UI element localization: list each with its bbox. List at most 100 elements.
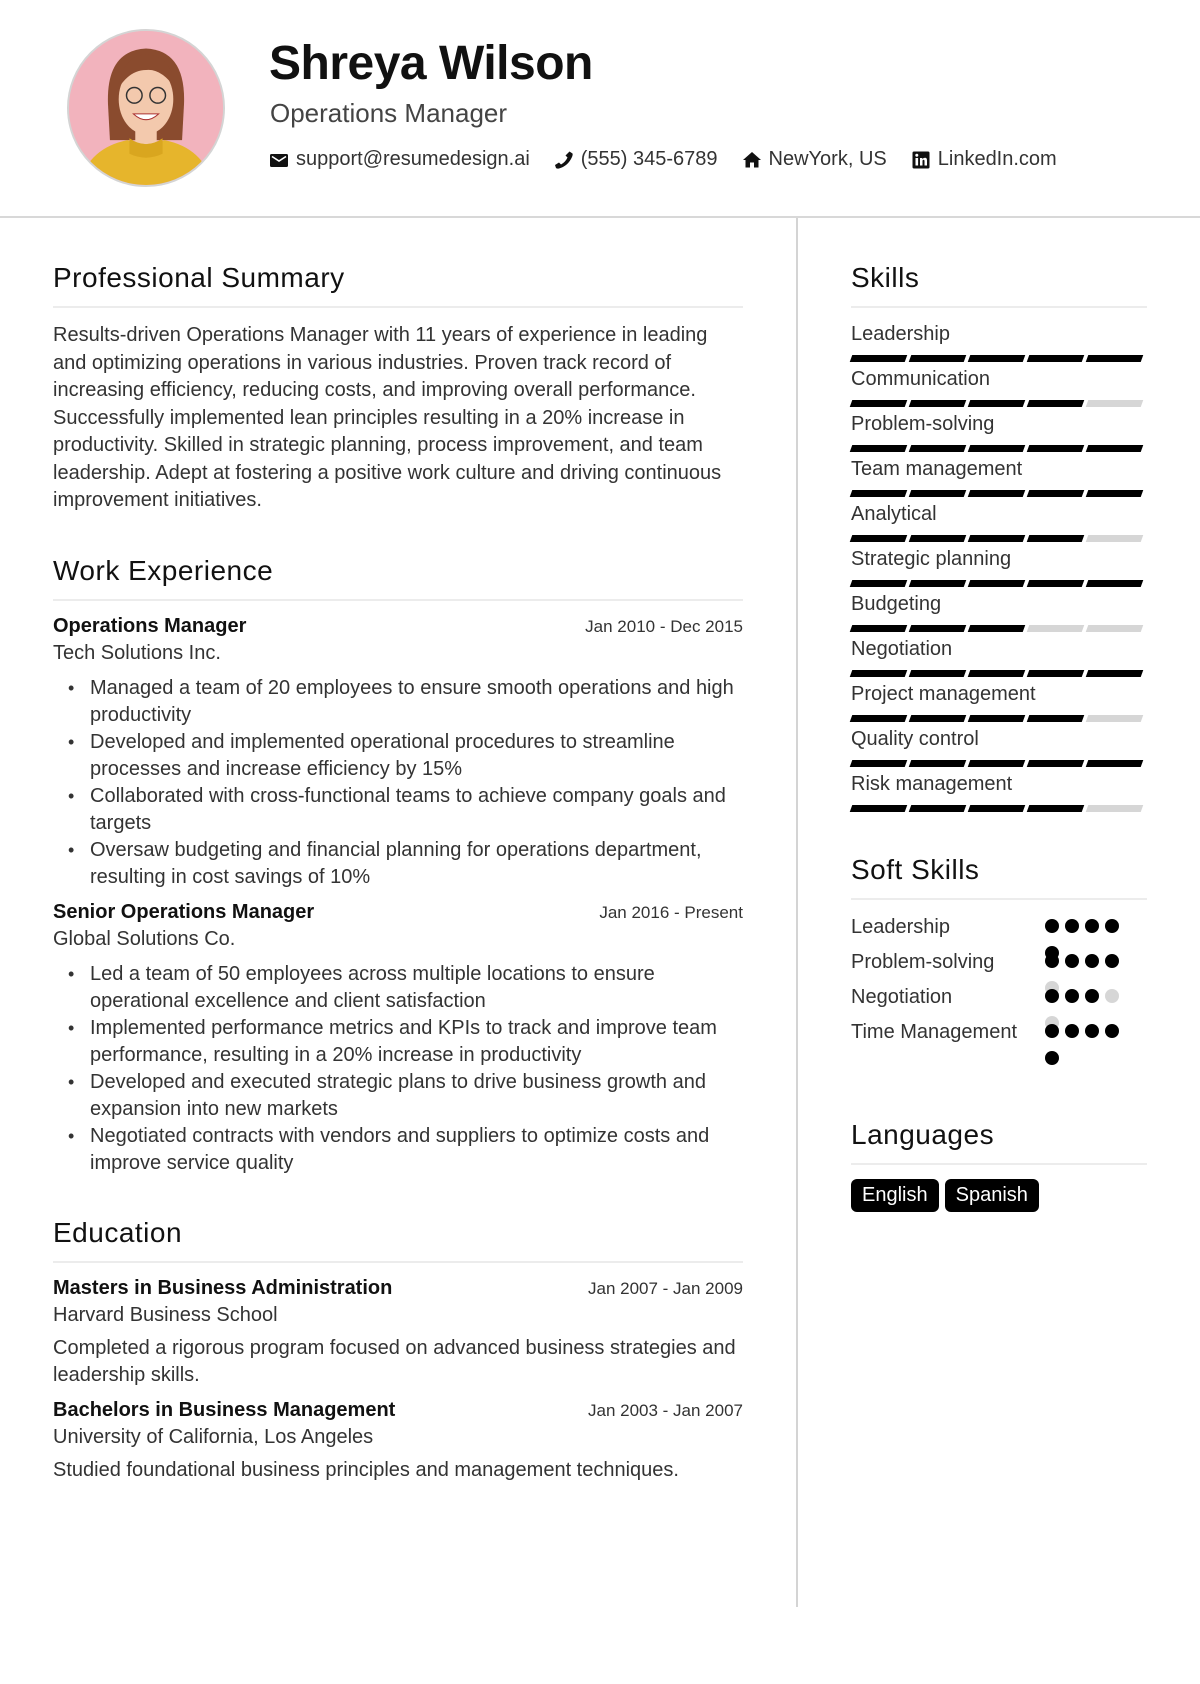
skill-name: Risk management bbox=[851, 773, 1013, 795]
skill-level-bar bbox=[849, 580, 1147, 587]
skill-list: Leadership Communication Problem-solving Te… bbox=[849, 322, 1147, 812]
job-entry: Senior Operations Manager Jan 2016 - Pres… bbox=[53, 901, 743, 1177]
level-segment-empty bbox=[1085, 400, 1144, 407]
rating-dot-filled bbox=[1045, 954, 1059, 968]
level-segment-filled bbox=[849, 805, 908, 812]
level-segment-filled bbox=[1026, 760, 1085, 767]
rating-dot-filled bbox=[1085, 954, 1099, 968]
level-segment-filled bbox=[908, 355, 967, 362]
soft-skill-name: Problem-solving bbox=[851, 951, 995, 973]
profile-photo bbox=[67, 29, 225, 187]
job-title: Operations Manager bbox=[53, 614, 247, 637]
section-heading: Languages bbox=[851, 1119, 1147, 1165]
level-segment-empty bbox=[1085, 625, 1144, 632]
level-segment-filled bbox=[908, 625, 967, 632]
skill-level-bar bbox=[849, 445, 1147, 452]
level-segment-filled bbox=[849, 445, 908, 452]
linkedin-icon bbox=[911, 150, 931, 170]
job-dates: Jan 2010 - Dec 2015 bbox=[585, 616, 743, 636]
languages-section: Languages English Spanish bbox=[851, 1119, 1147, 1212]
level-segment-filled bbox=[1026, 580, 1085, 587]
language-tag: Spanish bbox=[944, 1179, 1039, 1212]
skill-name: Team management bbox=[851, 458, 1023, 480]
skill-name: Leadership bbox=[851, 323, 950, 345]
level-segment-filled bbox=[908, 805, 967, 812]
skill-item: Project management bbox=[849, 682, 1147, 722]
level-segment-filled bbox=[967, 535, 1026, 542]
skill-name: Strategic planning bbox=[851, 548, 1012, 570]
contact-list: support@resumedesign.ai (555) 345-6789 N… bbox=[269, 148, 1081, 171]
level-segment-filled bbox=[908, 400, 967, 407]
skill-name: Analytical bbox=[851, 503, 937, 525]
contact-email[interactable]: support@resumedesign.ai bbox=[269, 148, 530, 171]
level-segment-filled bbox=[1085, 670, 1144, 677]
sidebar-column: Skills Leadership Communication Problem-so… bbox=[849, 262, 1147, 1212]
job-dates: Jan 2016 - Present bbox=[599, 902, 743, 922]
skill-name: Problem-solving bbox=[851, 413, 995, 435]
level-segment-filled bbox=[1026, 400, 1085, 407]
education-header: Masters in Business Administration Jan 20… bbox=[53, 1277, 743, 1300]
skill-item: Risk management bbox=[849, 772, 1147, 812]
bullet-item: Oversaw budgeting and financial planning… bbox=[68, 837, 743, 891]
level-segment-filled bbox=[967, 625, 1026, 632]
phone-icon bbox=[554, 150, 574, 170]
level-segment-filled bbox=[967, 490, 1026, 497]
school: Harvard Business School bbox=[53, 1303, 278, 1326]
level-segment-filled bbox=[908, 580, 967, 587]
level-segment-filled bbox=[1085, 760, 1144, 767]
level-segment-empty bbox=[1085, 535, 1144, 542]
skill-level-bar bbox=[849, 670, 1147, 677]
level-segment-filled bbox=[1026, 805, 1085, 812]
rating-dot-filled bbox=[1065, 954, 1079, 968]
skill-level-bar bbox=[849, 715, 1147, 722]
job-header: Operations Manager Jan 2010 - Dec 2015 bbox=[53, 615, 743, 638]
level-segment-filled bbox=[1026, 715, 1085, 722]
contact-location-text: NewYork, US bbox=[768, 148, 887, 170]
rating-dot-empty bbox=[1105, 989, 1119, 1003]
skill-name: Quality control bbox=[851, 728, 979, 750]
level-segment-filled bbox=[908, 760, 967, 767]
level-segment-empty bbox=[1085, 805, 1144, 812]
bullet-item: Developed and implemented operational pr… bbox=[68, 729, 743, 783]
level-segment-filled bbox=[908, 535, 967, 542]
contact-phone[interactable]: (555) 345-6789 bbox=[554, 148, 718, 171]
soft-skill-item: Leadership bbox=[851, 914, 1147, 960]
person-portrait-icon bbox=[69, 31, 223, 185]
level-segment-filled bbox=[967, 400, 1026, 407]
level-segment-filled bbox=[1026, 355, 1085, 362]
skills-section: Skills Leadership Communication Problem-so… bbox=[849, 262, 1147, 812]
section-heading: Professional Summary bbox=[53, 262, 743, 308]
candidate-name: Shreya Wilson bbox=[269, 37, 593, 90]
rating-dot-filled bbox=[1045, 1051, 1059, 1065]
level-segment-filled bbox=[908, 490, 967, 497]
soft-skills-section: Soft Skills Leadership Problem-solving Neg… bbox=[851, 854, 1147, 1079]
level-segment-filled bbox=[1085, 490, 1144, 497]
rating-dot-filled bbox=[1085, 919, 1099, 933]
skill-level-bar bbox=[849, 625, 1147, 632]
contact-linkedin[interactable]: LinkedIn.com bbox=[911, 148, 1057, 171]
level-segment-filled bbox=[1026, 670, 1085, 677]
rating-dot-filled bbox=[1105, 1024, 1119, 1038]
job-title: Senior Operations Manager bbox=[53, 900, 315, 923]
rating-dot-filled bbox=[1105, 919, 1119, 933]
skill-name: Budgeting bbox=[851, 593, 942, 615]
level-segment-filled bbox=[1085, 355, 1144, 362]
skill-item: Problem-solving bbox=[849, 412, 1147, 452]
level-segment-filled bbox=[1085, 580, 1144, 587]
bullet-item: Collaborated with cross-functional teams… bbox=[68, 783, 743, 837]
envelope-icon bbox=[269, 150, 289, 170]
level-segment-filled bbox=[967, 580, 1026, 587]
level-segment-filled bbox=[849, 625, 908, 632]
degree: Bachelors in Business Management bbox=[53, 1398, 396, 1421]
rating-dot-filled bbox=[1105, 954, 1119, 968]
education-entry: Masters in Business Administration Jan 20… bbox=[53, 1277, 743, 1389]
education-description: Studied foundational business principles… bbox=[53, 1458, 679, 1481]
level-segment-filled bbox=[967, 445, 1026, 452]
skill-name: Project management bbox=[851, 683, 1036, 705]
skill-name: Communication bbox=[851, 368, 990, 390]
soft-skill-name: Leadership bbox=[851, 916, 950, 938]
level-segment-filled bbox=[1026, 445, 1085, 452]
level-segment-filled bbox=[849, 490, 908, 497]
skill-name: Negotiation bbox=[851, 638, 953, 660]
degree: Masters in Business Administration bbox=[53, 1276, 393, 1299]
